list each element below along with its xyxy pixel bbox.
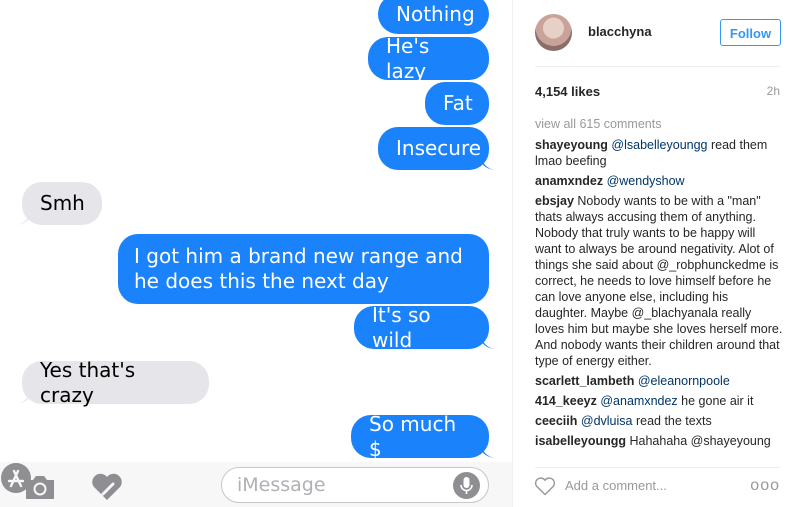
comment-text: Nobody wants to be with a "man" thats al… [535, 194, 783, 368]
comment-mention[interactable]: @dvluisa [581, 414, 633, 428]
message-text: He's lazy [386, 33, 430, 83]
message-text: It's so wild [372, 302, 431, 352]
bubble-tail [481, 444, 495, 458]
comment-username[interactable]: anamxndez [535, 174, 603, 188]
comment-username[interactable]: shayeyoung [535, 138, 608, 152]
imessage-input[interactable]: iMessage [221, 467, 489, 503]
comment-mention[interactable]: @anamxndez [600, 394, 677, 408]
message-bubble-received: Smh [16, 182, 102, 225]
message-bubble-sent: It's so wild [354, 303, 495, 352]
comment-username[interactable]: ceeciih [535, 414, 577, 428]
avatar[interactable] [535, 14, 572, 51]
likes-count[interactable]: 4,154 likes [535, 84, 600, 99]
post-username[interactable]: blacchyna [588, 24, 652, 39]
message-bubble-received: Yes that's crazy [16, 358, 209, 407]
comment-mention[interactable]: @wendyshow [607, 174, 685, 188]
comment-username[interactable]: ebsjay [535, 194, 574, 208]
comment: scarlett_lambeth @eleanornpoole [535, 373, 783, 389]
message-bubble-sent: Fat [425, 82, 489, 125]
comment-mention[interactable]: @lsabelleyoungg [611, 138, 707, 152]
message-text: Insecure [396, 136, 482, 160]
compose-bar: iMessage [0, 462, 512, 507]
digital-touch-heart-icon[interactable] [91, 472, 123, 502]
comment: ceeciih @dvluisa read the texts [535, 413, 783, 429]
comment: 414_keeyz @anamxndez he gone air it [535, 393, 783, 409]
microphone-glyph [460, 477, 473, 494]
comment-username[interactable]: 414_keeyz [535, 394, 597, 408]
comment-mention[interactable]: @eleanornpoole [638, 374, 730, 388]
bubble-tail [481, 156, 495, 170]
more-options-icon[interactable]: ooo [750, 477, 780, 495]
view-all-comments-link[interactable]: view all 615 comments [535, 117, 661, 131]
message-bubble-sent: He's lazy [368, 34, 489, 83]
comment: anamxndez @wendyshow [535, 173, 783, 189]
message-text: Smh [40, 191, 85, 215]
comment-username[interactable]: isabelleyoungg [535, 434, 626, 448]
add-comment-input[interactable]: Add a comment... [565, 478, 667, 493]
follow-button[interactable]: Follow [720, 19, 781, 46]
divider [535, 467, 780, 468]
microphone-icon[interactable] [453, 472, 480, 499]
instagram-post-panel: blacchyna Follow 4,154 likes 2h view all… [512, 0, 800, 507]
camera-icon[interactable] [24, 472, 56, 502]
like-heart-icon[interactable] [534, 476, 556, 496]
post-time: 2h [766, 84, 780, 98]
message-text: Yes that's crazy [40, 357, 136, 407]
message-text: Fat [443, 91, 473, 115]
comment: isabelleyoungg Hahahaha @shayeyoung [535, 433, 783, 449]
bubble-tail [16, 390, 30, 404]
comment-text: read the texts [632, 414, 712, 428]
divider [535, 66, 780, 67]
comment-text: he gone air it [677, 394, 754, 408]
bubble-tail [481, 335, 495, 349]
imessage-placeholder: iMessage [237, 474, 326, 496]
message-bubble-sent: Nothing [378, 0, 489, 34]
comment: shayeyoung @lsabelleyoungg read them lma… [535, 137, 783, 169]
message-text: Nothing [396, 1, 475, 26]
comment-text: Hahahaha @shayeyoung [629, 434, 771, 448]
message-bubble-sent: I got him a brand new range and he does … [118, 234, 489, 304]
bubble-tail [16, 211, 30, 225]
message-bubble-sent: So much $ [351, 412, 495, 461]
message-text: So much $ [369, 411, 457, 461]
comment: ebsjay Nobody wants to be with a "man" t… [535, 193, 783, 369]
message-bubble-sent: Insecure [378, 127, 495, 170]
comment-username[interactable]: scarlett_lambeth [535, 374, 634, 388]
message-text: I got him a brand new range and he does … [134, 244, 463, 293]
imessage-screenshot: Nothing He's lazy Fat Insecure Smh I got… [0, 0, 512, 507]
comments-list: shayeyoung @lsabelleyoungg read them lma… [535, 137, 783, 453]
